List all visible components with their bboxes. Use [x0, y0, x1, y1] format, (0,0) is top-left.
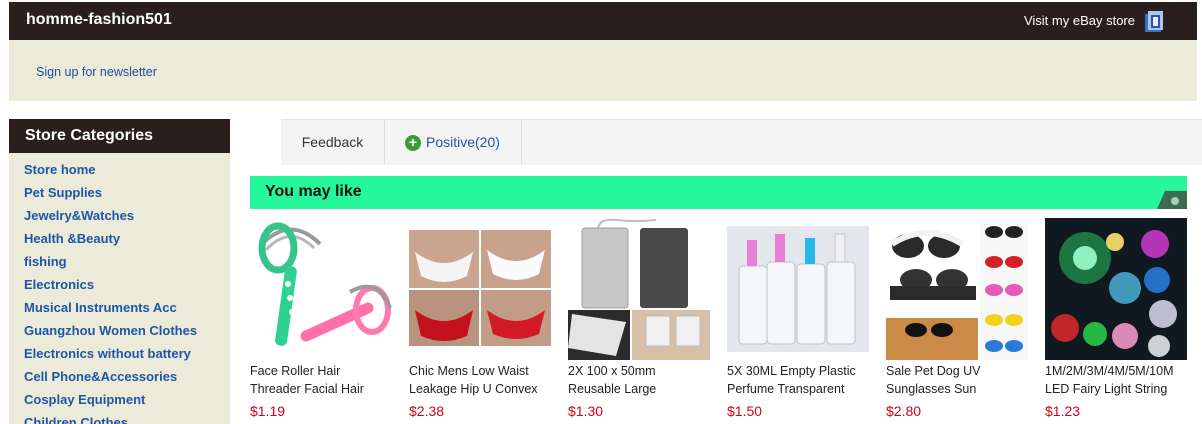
category-item: Store home — [24, 161, 230, 184]
category-link-cell-phone-accessories[interactable]: Cell Phone&Accessories — [24, 369, 177, 384]
category-item: Pet Supplies — [24, 184, 230, 207]
product-title-line: Face Roller Hair — [250, 364, 341, 378]
product-price: $1.23 — [1045, 403, 1081, 419]
product-price: $2.38 — [409, 403, 445, 419]
product-card[interactable]: 2X 100 x 50mm Reusable Large $1.30 — [568, 218, 710, 424]
store-categories-sidebar: Store Categories Store home Pet Supplies… — [9, 119, 230, 424]
product-title[interactable]: Sale Pet Dog UV Sunglasses Sun — [886, 362, 1036, 398]
store-header: homme-fashion501 Visit my eBay store — [9, 2, 1197, 40]
product-title-line: Threader Facial Hair — [250, 382, 364, 396]
tab-feedback[interactable]: Feedback — [281, 120, 385, 165]
product-card[interactable]: Sale Pet Dog UV Sunglasses Sun $2.80 — [886, 218, 1028, 424]
positive-feedback-count: Positive(20) — [426, 134, 500, 150]
product-title-line: Sunglasses Sun — [886, 382, 977, 396]
category-item: Electronics without battery — [24, 345, 230, 368]
category-link-cosplay-equipment[interactable]: Cosplay Equipment — [24, 392, 145, 407]
plus-circle-icon: + — [405, 135, 421, 151]
product-title-line: Perfume Transparent — [727, 382, 845, 396]
newsletter-band: Sign up for newsletter — [9, 40, 1197, 101]
product-title[interactable]: 2X 100 x 50mm Reusable Large — [568, 362, 718, 398]
product-price: $1.50 — [727, 403, 763, 419]
store-door-icon[interactable] — [1145, 11, 1163, 33]
category-link-fishing[interactable]: fishing — [24, 254, 67, 269]
product-title-line: Reusable Large — [568, 382, 657, 396]
category-link-pet-supplies[interactable]: Pet Supplies — [24, 185, 102, 200]
category-link-musical-instruments[interactable]: Musical Instruments Acc — [24, 300, 177, 315]
product-card[interactable]: 1M/2M/3M/4M/5M/10M LED Fairy Light Strin… — [1045, 218, 1187, 424]
product-card[interactable]: Chic Mens Low Waist Leakage Hip U Convex… — [409, 218, 551, 424]
product-title-line: LED Fairy Light String — [1045, 382, 1168, 396]
product-title[interactable]: 5X 30ML Empty Plastic Perfume Transparen… — [727, 362, 877, 398]
category-item: Cosplay Equipment — [24, 391, 230, 414]
category-item: Guangzhou Women Clothes — [24, 322, 230, 345]
category-link-guangzhou-women-clothes[interactable]: Guangzhou Women Clothes — [24, 323, 197, 338]
product-title-line: 5X 30ML Empty Plastic — [727, 364, 856, 378]
feedback-tabs: Feedback + Positive(20) — [281, 119, 1202, 165]
category-item: Cell Phone&Accessories — [24, 368, 230, 391]
product-title-line: Chic Mens Low Waist — [409, 364, 529, 378]
store-name[interactable]: homme-fashion501 — [26, 11, 172, 29]
product-image-dog-sunglasses[interactable] — [886, 218, 1028, 360]
product-title[interactable]: 1M/2M/3M/4M/5M/10M LED Fairy Light Strin… — [1045, 362, 1195, 398]
product-price: $1.30 — [568, 403, 604, 419]
category-item: fishing — [24, 253, 230, 276]
visit-store-link[interactable]: Visit my eBay store — [1024, 13, 1135, 28]
product-title-line: 1M/2M/3M/4M/5M/10M — [1045, 364, 1174, 378]
corner-tab-icon — [1157, 191, 1187, 209]
product-title[interactable]: Chic Mens Low Waist Leakage Hip U Convex — [409, 362, 559, 398]
product-image-face-roller[interactable] — [250, 218, 392, 360]
store-categories-title: Store Categories — [9, 119, 230, 153]
category-link-store-home[interactable]: Store home — [24, 162, 96, 177]
you-may-like-title: You may like — [265, 183, 362, 200]
product-price: $2.80 — [886, 403, 922, 419]
product-title[interactable]: Face Roller Hair Threader Facial Hair — [250, 362, 400, 398]
product-image-perfume-bottles[interactable] — [727, 218, 869, 360]
recommended-products: Face Roller Hair Threader Facial Hair $1… — [250, 218, 1202, 424]
category-item: Jewelry&Watches — [24, 207, 230, 230]
category-list: Store home Pet Supplies Jewelry&Watches … — [9, 153, 230, 424]
product-image-electrode-pads[interactable] — [568, 218, 710, 360]
category-item: Health &Beauty — [24, 230, 230, 253]
product-title-line: Leakage Hip U Convex — [409, 382, 538, 396]
tab-positive-feedback[interactable]: + Positive(20) — [385, 120, 522, 165]
product-card[interactable]: 5X 30ML Empty Plastic Perfume Transparen… — [727, 218, 869, 424]
category-link-electronics[interactable]: Electronics — [24, 277, 94, 292]
product-image-mens-briefs[interactable] — [409, 218, 551, 360]
category-link-health-beauty[interactable]: Health &Beauty — [24, 231, 120, 246]
product-title-line: 2X 100 x 50mm — [568, 364, 656, 378]
category-link-children-clothes[interactable]: Children Clothes — [24, 415, 128, 424]
product-image-fairy-lights[interactable] — [1045, 218, 1187, 360]
newsletter-signup-link[interactable]: Sign up for newsletter — [36, 65, 157, 79]
category-link-electronics-without-battery[interactable]: Electronics without battery — [24, 346, 191, 361]
product-price: $1.19 — [250, 403, 286, 419]
category-item: Musical Instruments Acc — [24, 299, 230, 322]
you-may-like-header: You may like — [250, 176, 1187, 209]
product-title-line: Sale Pet Dog UV — [886, 364, 981, 378]
category-item: Children Clothes — [24, 414, 230, 424]
category-link-jewelry-watches[interactable]: Jewelry&Watches — [24, 208, 134, 223]
product-card[interactable]: Face Roller Hair Threader Facial Hair $1… — [250, 218, 392, 424]
category-item: Electronics — [24, 276, 230, 299]
